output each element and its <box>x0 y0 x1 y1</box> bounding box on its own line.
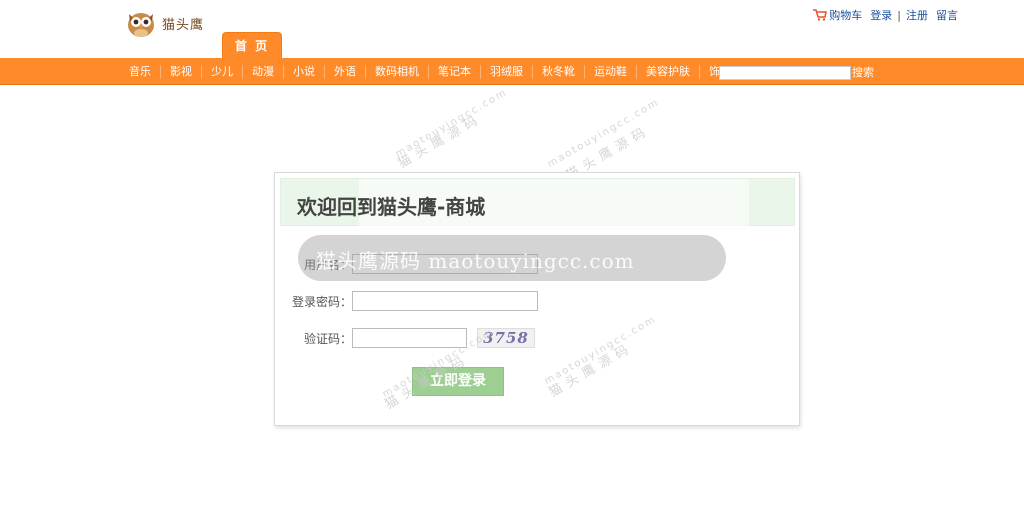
page: 猫头鹰 购物车 登录 | 注册 留言 首 页 音乐 影视 少儿 动漫 小说 外语… <box>0 0 1024 516</box>
login-header: 欢迎回到猫头鹰-商城 <box>280 178 795 227</box>
login-submit-button[interactable]: 立即登录 <box>412 367 504 396</box>
search-button[interactable]: 搜索 <box>852 66 874 80</box>
captcha-row: 验证码： 3758 <box>275 328 535 348</box>
captcha-label: 验证码： <box>303 331 352 346</box>
nav-item-novels[interactable]: 小说 <box>284 64 325 79</box>
shopping-cart-icon <box>813 9 828 21</box>
captcha-image[interactable]: 3758 <box>477 328 535 348</box>
login-title: 欢迎回到猫头鹰-商城 <box>297 195 486 219</box>
owl-logo-icon <box>128 13 154 37</box>
nav-item-beauty[interactable]: 美容护肤 <box>637 64 700 79</box>
cart-link[interactable]: 购物车 <box>813 7 862 23</box>
search-input[interactable] <box>719 66 851 80</box>
password-label: 登录密码： <box>291 294 352 309</box>
nav-item-movies[interactable]: 影视 <box>161 64 202 79</box>
nav-items: 音乐 影视 少儿 动漫 小说 外语 数码相机 笔记本 羽绒服 秋冬靴 运动鞋 美… <box>120 58 740 85</box>
nav-item-down-jackets[interactable]: 羽绒服 <box>481 64 533 79</box>
login-link[interactable]: 登录 <box>870 7 892 23</box>
cart-label: 购物车 <box>829 9 863 22</box>
link-separator: | <box>897 8 901 22</box>
watermark-text-cn: 猫头鹰源码 <box>546 339 637 401</box>
watermark-text: maotouyingcc.com <box>542 313 659 388</box>
nav-item-anime[interactable]: 动漫 <box>243 64 284 79</box>
register-link[interactable]: 注册 <box>906 7 928 23</box>
watermark-banner-text: 猫头鹰源码 maotouyingcc.com <box>316 249 635 273</box>
login-panel: 欢迎回到猫头鹰-商城 用户名： 登录密码： 验证码： 3758 立即登录 mao… <box>274 172 800 426</box>
password-row: 登录密码： <box>275 291 538 311</box>
nav-item-sneakers[interactable]: 运动鞋 <box>585 64 637 79</box>
nav-item-cameras[interactable]: 数码相机 <box>366 64 429 79</box>
watermark-text: maotouyingcc.com <box>545 96 662 171</box>
nav-item-kids[interactable]: 少儿 <box>202 64 243 79</box>
message-link[interactable]: 留言 <box>936 7 958 23</box>
tab-home[interactable]: 首 页 <box>222 32 282 59</box>
nav-item-music[interactable]: 音乐 <box>120 64 161 79</box>
logo-text: 猫头鹰 <box>162 17 205 33</box>
captcha-input[interactable] <box>352 328 467 348</box>
nav-item-languages[interactable]: 外语 <box>325 64 366 79</box>
nav-item-winter-boots[interactable]: 秋冬靴 <box>533 64 585 79</box>
site-logo[interactable]: 猫头鹰 <box>124 8 204 38</box>
password-input[interactable] <box>352 291 538 311</box>
nav-item-laptops[interactable]: 笔记本 <box>429 64 481 79</box>
watermark-text: maotouyingcc.com <box>393 86 510 161</box>
top-links: 购物车 登录 | 注册 留言 <box>813 7 958 23</box>
watermark-text-cn: 猫头鹰源码 <box>395 110 486 172</box>
